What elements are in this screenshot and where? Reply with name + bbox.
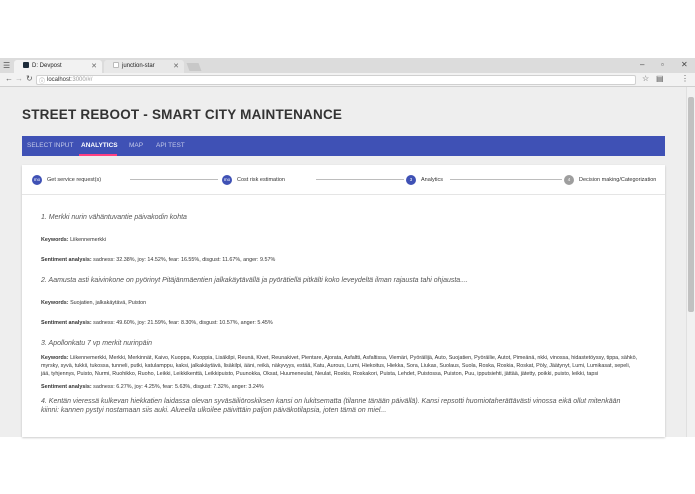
scroll-thumb[interactable] [688,97,694,312]
step-analytics[interactable]: 3 Analytics [406,174,443,186]
result-title: 2. Aamusta asti kaivinkone on pyörinyt P… [41,277,468,284]
stepper: mo Get service request(s) mo Cost risk est… [22,165,665,195]
step-decision-making[interactable]: 4 Decision making/Categorization [564,174,656,186]
tab-analytics[interactable]: ANALYTICS [81,136,118,156]
step-connector [316,179,404,180]
sentiment-label: Sentiment analysis: [41,257,92,263]
step-cost-risk-estimation[interactable]: mo Cost risk estimation [222,174,285,186]
star-icon[interactable]: ☆ [642,74,649,83]
result-sentiment: Sentiment analysis: sadness: 32.38%, joy… [41,256,639,264]
keywords-value: Liikennemerkki, Merkki, Merkinnät, Kaivo… [41,355,638,377]
result-title: 4. Kentän vieressä kulkevan hiekkatien l… [41,398,621,414]
step-badge: 4 [564,174,574,185]
result-keywords: Keywords: Liikennemerkki [41,236,639,244]
keywords-label: Keywords: [41,300,69,306]
new-tab-button[interactable] [186,63,202,71]
keywords-value: Suojatien, jalkakäytävä, Puiston [70,300,147,306]
tab-api-test[interactable]: API TEST [156,136,185,156]
step-badge: mo [32,174,42,185]
keywords-label: Keywords: [41,237,69,243]
page-title: STREET REBOOT - SMART CITY MAINTENANCE [22,107,343,122]
step-label: Get service request(s) [47,177,102,183]
maximize-icon[interactable]: ▫ [661,60,664,69]
step-badge: 3 [406,174,416,185]
url-input[interactable]: localhost:3000/#/ [36,75,636,85]
result-item: 1. Merkki nurin vähäntuvantie päivakodin… [41,213,639,264]
step-get-service-requests[interactable]: mo Get service request(s) [32,174,101,186]
page-scrollbar[interactable] [686,87,695,437]
browser-menu-icon[interactable]: ☰ [3,61,10,70]
menu-icon[interactable]: ⋮ [681,74,689,83]
step-connector [130,179,218,180]
step-label: Analytics [421,177,444,183]
info-icon[interactable]: ⓘ [39,76,45,85]
result-title: 3. Apollonkatu 7 vp merkit nurinpäin [41,340,153,347]
result-title: 1. Merkki nurin vähäntuvantie päivakodin… [41,214,187,221]
reload-icon[interactable]: ↻ [26,74,33,83]
window-close-icon[interactable]: ✕ [681,60,688,69]
extension-icon[interactable]: ▤ [656,74,664,83]
keywords-label: Keywords: [41,355,69,361]
step-label: Decision making/Categorization [579,177,657,183]
back-arrow-icon[interactable]: ← [5,74,13,83]
browser-tab-junction[interactable]: junction-star ✕ [104,60,184,73]
result-item: 3. Apollonkatu 7 vp merkit nurinpäin Key… [41,339,639,391]
step-label: Cost risk estimation [237,177,285,183]
result-item: 2. Aamusta asti kaivinkone on pyörinyt P… [41,276,639,327]
sentiment-value: sadness: 49.60%, joy: 21.59%, fear: 8.30… [93,320,273,326]
results-list: 1. Merkki nurin vähäntuvantie päivakodin… [41,213,639,429]
tab-label: D: Devpost [32,63,62,69]
forward-arrow-icon[interactable]: → [15,74,23,83]
sentiment-label: Sentiment analysis: [41,320,92,326]
sentiment-value: sadness: 32.38%, joy: 14.52%, fear: 16.5… [93,257,276,263]
sentiment-label: Sentiment analysis: [41,384,92,390]
keywords-value: Liikennemerkki [70,237,107,243]
close-icon[interactable]: ✕ [91,60,97,73]
result-keywords: Keywords: Liikennemerkki, Merkki, Merkin… [41,354,639,378]
url-host: localhost [47,77,71,83]
tab-label: junction-star [122,63,155,69]
step-badge: mo [222,174,232,185]
url-path: :3000/#/ [70,77,93,83]
nav-tabbar: SELECT INPUT ANALYTICS MAP API TEST [22,136,665,156]
result-item: 4. Kentän vieressä kulkevan hiekkatien l… [41,397,639,415]
result-sentiment: Sentiment analysis: sadness: 49.60%, joy… [41,319,639,327]
result-sentiment: Sentiment analysis: sadness: 6.27%, joy:… [41,383,639,391]
page-favicon-icon [113,62,119,69]
browser-tab-devpost[interactable]: D: Devpost ✕ [14,60,102,73]
result-keywords: Keywords: Suojatien, jalkakäytävä, Puist… [41,299,639,307]
active-tab-indicator [79,154,117,156]
analytics-card: mo Get service request(s) mo Cost risk est… [22,165,665,437]
tab-map[interactable]: MAP [129,136,143,156]
tab-select-input[interactable]: SELECT INPUT [27,136,73,156]
minimize-icon[interactable]: – [640,60,644,69]
devpost-favicon-icon [23,62,29,69]
sentiment-value: sadness: 6.27%, joy: 4.25%, fear: 5.63%,… [93,384,264,390]
step-connector [450,179,562,180]
close-icon[interactable]: ✕ [173,60,179,73]
